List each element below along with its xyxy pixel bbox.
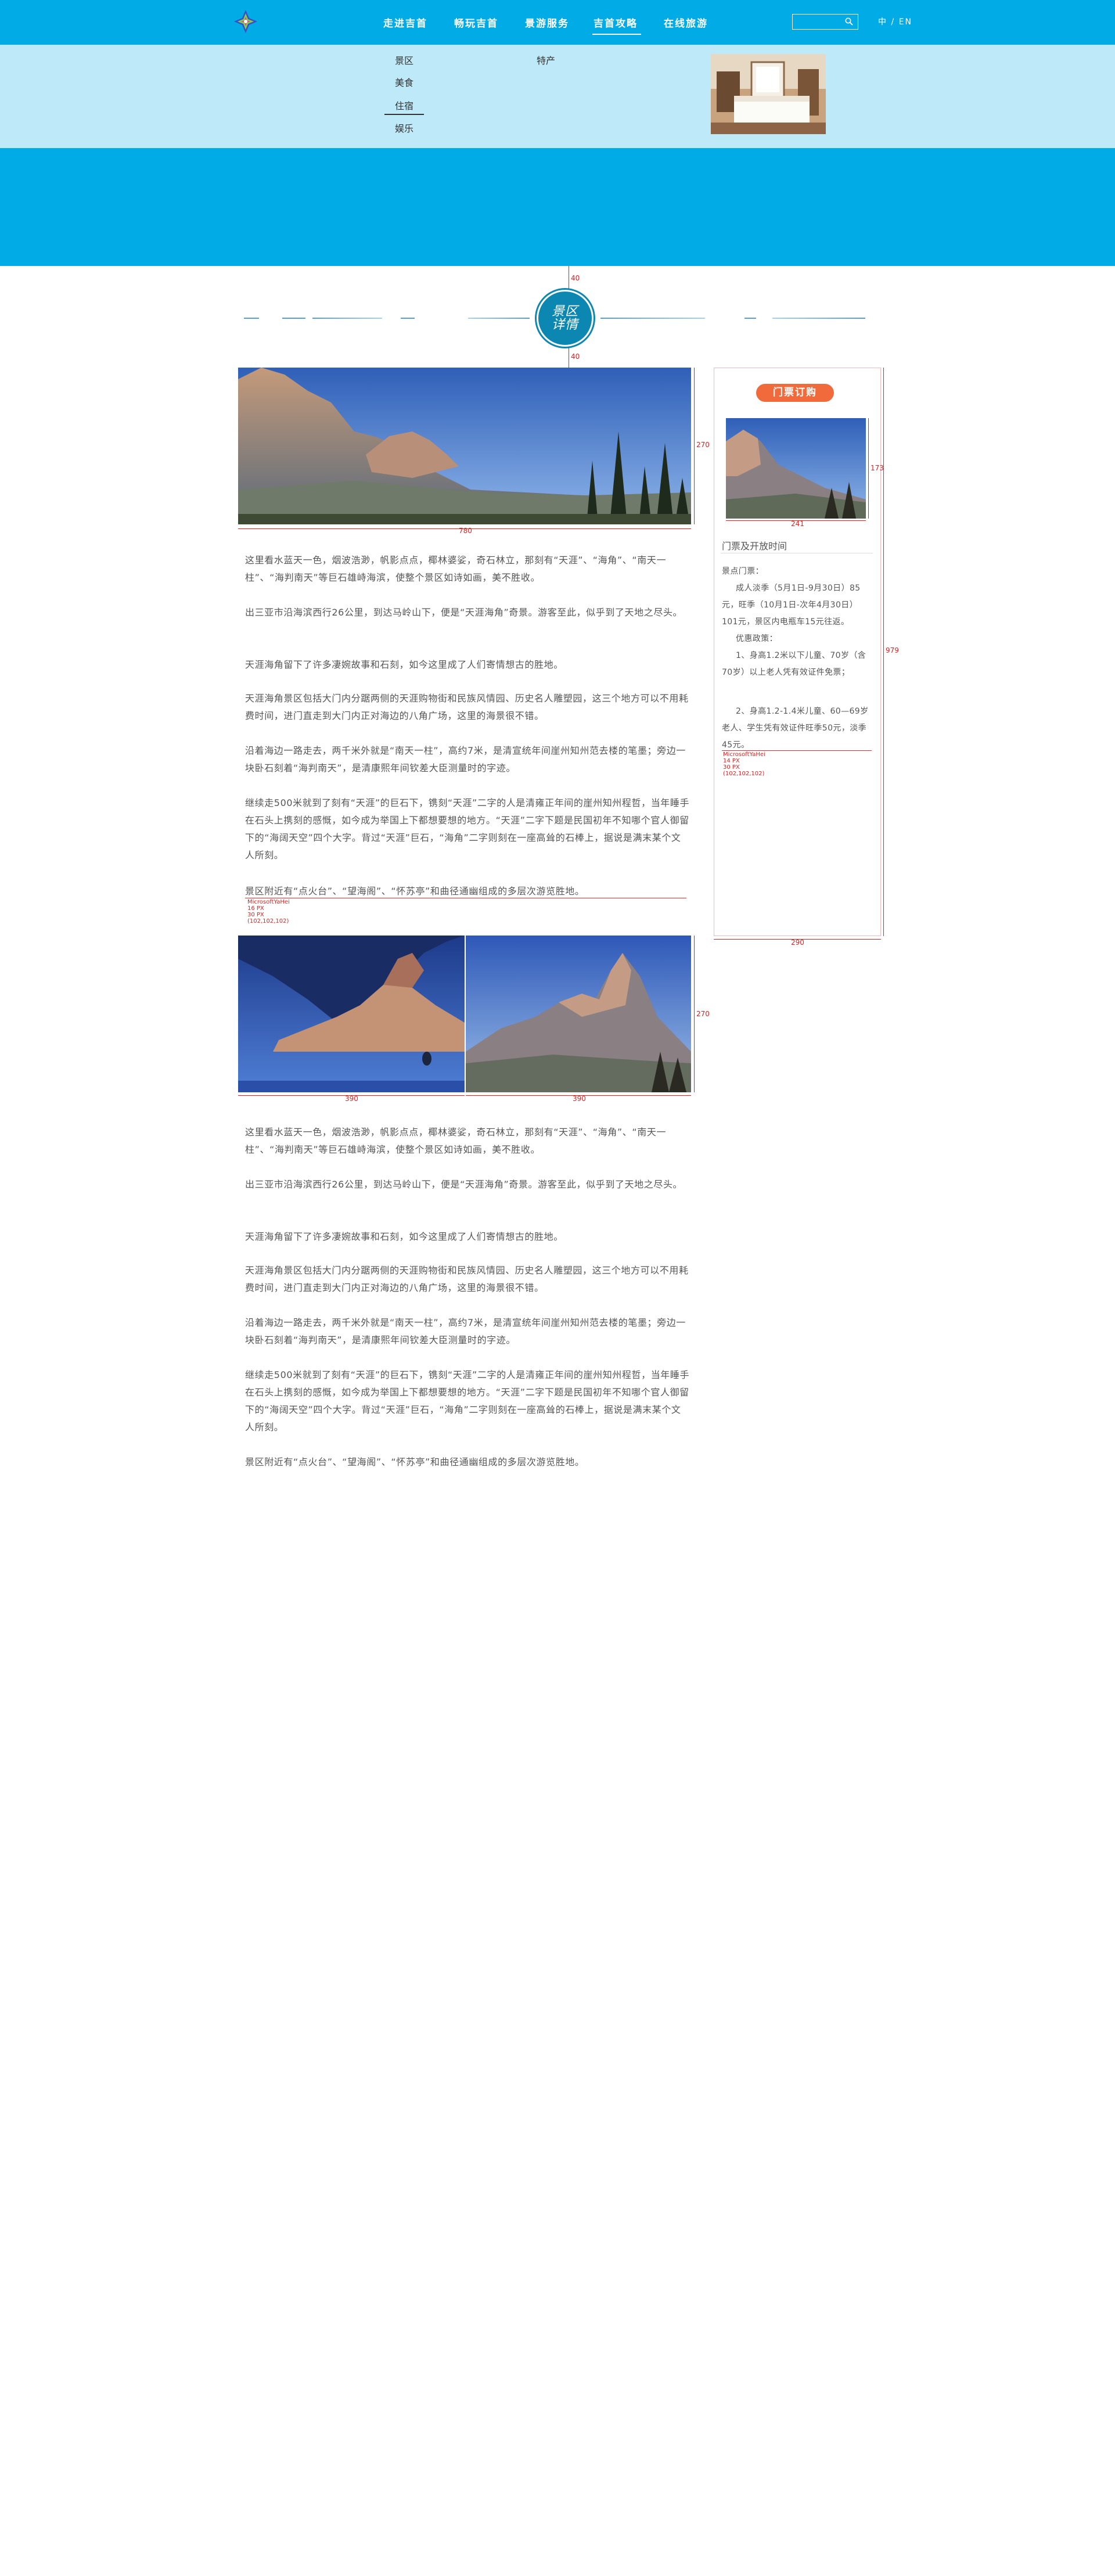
article-paragraph: 天涯海角留下了许多凄婉故事和石刻，如今这里成了人们寄情想古的胜地。 (245, 659, 563, 670)
dimension-label-main-h: 270 (696, 441, 710, 449)
article-paragraph: 这里看水蓝天一色，烟波浩渺，帆影点点，椰林婆娑，奇石林立，那刻有“天涯”、“海角… (245, 1127, 667, 1155)
article-paragraph: 继续走500米就到了刻有“天涯”的巨石下，镌刻“天涯”二字的人是清雍正年间的崖州… (245, 1369, 690, 1433)
nav-item-guide[interactable]: 吉首攻略 (592, 15, 641, 35)
nav-item-explore[interactable]: 走进吉首 (383, 15, 427, 30)
divider-segment (468, 318, 530, 319)
nav-item-online-travel[interactable]: 在线旅游 (664, 15, 708, 30)
divider-segment (772, 318, 865, 319)
sidebar-info-line: 1、身高1.2米以下儿童、70岁（含70岁）以上老人凭有效证件免票； (722, 651, 866, 677)
font-note-side: MicrosoftYaHei 14 PX 30 PX (102,102,102) (723, 751, 765, 777)
divider-segment (401, 318, 415, 319)
subnav-dropdown (0, 45, 1115, 148)
hotel-room-thumbnail[interactable] (711, 54, 826, 134)
search-input[interactable] (792, 14, 858, 30)
dimension-label-panel-h: 979 (886, 646, 899, 654)
ticket-order-button[interactable]: 门票订购 (756, 384, 834, 402)
language-switch[interactable]: 中 / EN (878, 16, 912, 27)
dimension-label-side-h: 173 (871, 464, 884, 472)
main-landscape-photo (238, 368, 691, 524)
section-badge: 景区 详情 (537, 290, 594, 347)
subnav-item-lodging[interactable]: 住宿 (395, 98, 413, 112)
dimension-guide-pair-h (694, 936, 695, 1092)
badge-line2: 详情 (551, 318, 578, 332)
subnav-item-specialty[interactable]: 特产 (537, 53, 555, 67)
subnav-item-entertainment[interactable]: 娱乐 (395, 121, 413, 135)
article-paragraph: 出三亚市沿海滨西行26公里，到达马岭山下，便是“天涯海角”奇景。游客至此，似乎到… (245, 607, 683, 618)
subnav-active-underline (384, 114, 424, 115)
dimension-guide-panel-h (883, 368, 884, 936)
article-paragraph: 出三亚市沿海滨西行26公里，到达马岭山下，便是“天涯海角”奇景。游客至此，似乎到… (245, 1179, 683, 1190)
nav-item-service[interactable]: 景游服务 (525, 15, 569, 30)
sidebar-info-line: 2、身高1.2-1.4米儿童、60—69岁老人、学生凭有效证件旺季50元，淡季4… (722, 707, 869, 750)
font-note-main: MicrosoftYaHei 16 PX 30 PX (102,102,102) (247, 899, 290, 924)
banner-band (0, 148, 1115, 266)
subnav-item-food[interactable]: 美食 (395, 75, 413, 89)
article-paragraph: 沿着海边一路走去，两千米外就是“南天一柱”，高约7米，是清宣统年间崖州知州范去楼… (245, 1317, 686, 1345)
dimension-label-pair-left: 390 (345, 1095, 358, 1103)
annotation-underline (722, 750, 872, 751)
sidebar-info-line: 景点门票： (722, 567, 764, 576)
dimension-label-pair-right: 390 (573, 1095, 586, 1103)
sidebar-info-line: 成人淡季（5月1日-9月30日）85元，旺季（10月1日-次年4月30日）101… (722, 584, 861, 627)
badge-line1: 景区 (551, 304, 578, 319)
sidebar-title: 门票及开放时间 (722, 541, 787, 552)
divider-segment (282, 318, 305, 319)
article-paragraph: 景区附近有“点火台”、“望海阁”、“怀苏亭”和曲径通幽组成的多层次游览胜地。 (245, 1456, 585, 1467)
article-paragraph: 继续走500米就到了刻有“天涯”的巨石下，镌刻“天涯”二字的人是清雍正年间的崖州… (245, 797, 690, 861)
dimension-label-main-w: 780 (459, 527, 472, 535)
divider-segment (312, 318, 382, 319)
spacing-label-bottom: 40 (571, 352, 580, 361)
mountain-photo (466, 936, 691, 1092)
sidebar-info-line: 优惠政策： (736, 634, 778, 643)
site-logo-icon[interactable] (232, 8, 259, 35)
divider-segment (744, 318, 756, 319)
dimension-label-pair-h: 270 (696, 1010, 710, 1018)
divider-segment (244, 318, 259, 319)
top-navigation-bar: 走进吉首 畅玩吉首 景游服务 吉首攻略 在线旅游 中 / EN (0, 0, 1115, 45)
article-paragraph: 这里看水蓝天一色，烟波浩渺，帆影点点，椰林婆娑，奇石林立，那刻有“天涯”、“海角… (245, 555, 667, 583)
dimension-guide-side-h (868, 418, 869, 519)
article-paragraph: 沿着海边一路走去，两千米外就是“南天一柱”，高约7米，是清宣统年间崖州知州范去楼… (245, 745, 686, 773)
lake-reflection-photo (238, 936, 465, 1092)
dimension-label-side-w: 241 (791, 520, 804, 528)
search-icon[interactable] (845, 17, 853, 26)
article-paragraph: 天涯海角景区包括大门内分踞两侧的天涯购物街和民族风情园、历史名人雕塑园，这三个地… (245, 1265, 689, 1293)
sidebar-landscape-photo[interactable] (726, 418, 866, 519)
dimension-guide-main-h (694, 368, 695, 524)
article-paragraph: 天涯海角景区包括大门内分踞两侧的天涯购物街和民族风情园、历史名人雕塑园，这三个地… (245, 693, 689, 721)
nav-item-play[interactable]: 畅玩吉首 (454, 15, 498, 30)
page: 走进吉首 畅玩吉首 景游服务 吉首攻略 在线旅游 中 / EN 景区 美食 住宿… (0, 0, 1115, 2576)
divider-segment (600, 318, 705, 319)
subnav-item-scenic[interactable]: 景区 (395, 53, 413, 67)
dimension-label-panel-w: 290 (791, 938, 804, 947)
article-paragraph: 天涯海角留下了许多凄婉故事和石刻，如今这里成了人们寄情想古的胜地。 (245, 1231, 563, 1242)
spacing-label-top: 40 (571, 274, 580, 282)
